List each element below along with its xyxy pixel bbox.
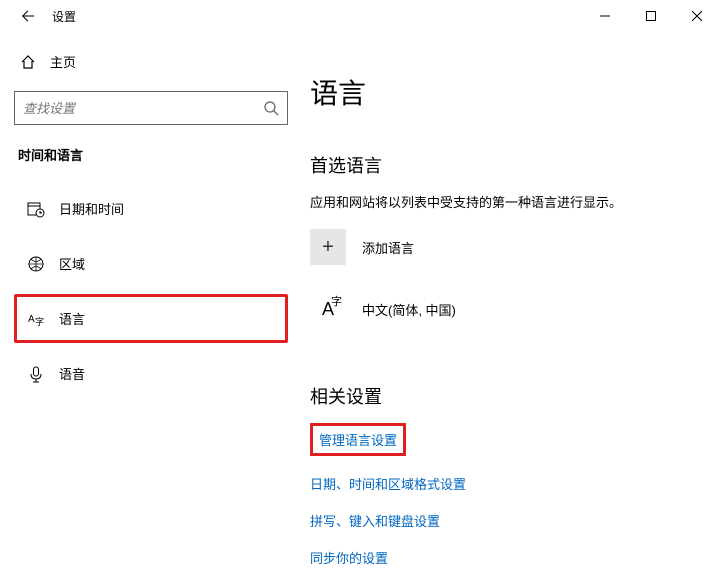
minimize-button[interactable] — [582, 0, 628, 32]
sidebar-nav: 日期和时间 区域 A字 语言 语音 — [14, 184, 288, 398]
sidebar: 主页 时间和语言 日期和时间 区域 A字 语言 — [0, 32, 302, 569]
preferred-languages-desc: 应用和网站将以列表中受支持的第一种语言进行显示。 — [310, 192, 700, 211]
language-item-icon: A字 — [310, 291, 346, 327]
calendar-clock-icon — [27, 200, 45, 218]
sidebar-item-date-time[interactable]: 日期和时间 — [14, 184, 288, 233]
language-icon: A字 — [27, 310, 45, 328]
sidebar-item-label: 语音 — [59, 364, 85, 383]
home-icon — [20, 54, 36, 70]
link-spelling-keyboard[interactable]: 拼写、键入和键盘设置 — [310, 511, 440, 530]
search-icon — [263, 100, 279, 116]
link-sync-settings[interactable]: 同步你的设置 — [310, 548, 388, 567]
svg-text:字: 字 — [35, 316, 44, 327]
main-content: 语言 首选语言 应用和网站将以列表中受支持的第一种语言进行显示。 + 添加语言 … — [302, 32, 720, 569]
minimize-icon — [600, 11, 610, 21]
sidebar-item-region[interactable]: 区域 — [14, 239, 288, 288]
home-label: 主页 — [50, 52, 76, 71]
back-arrow-icon — [21, 9, 35, 23]
language-item-label: 中文(简体, 中国) — [362, 300, 456, 319]
titlebar: 设置 — [0, 0, 720, 32]
back-button[interactable] — [20, 8, 36, 24]
add-language-button[interactable]: + 添加语言 — [310, 229, 700, 265]
preferred-languages-title: 首选语言 — [310, 152, 700, 178]
sidebar-item-label: 语言 — [59, 309, 85, 328]
page-title: 语言 — [310, 72, 700, 112]
sidebar-item-label: 区域 — [59, 254, 85, 273]
link-date-region-format[interactable]: 日期、时间和区域格式设置 — [310, 474, 466, 493]
globe-icon — [27, 255, 45, 273]
sidebar-item-language[interactable]: A字 语言 — [14, 294, 288, 343]
search-input[interactable] — [23, 101, 263, 116]
sidebar-item-speech[interactable]: 语音 — [14, 349, 288, 398]
maximize-button[interactable] — [628, 0, 674, 32]
related-settings-title: 相关设置 — [310, 383, 700, 409]
language-item[interactable]: A字 中文(简体, 中国) — [310, 291, 700, 327]
search-box[interactable] — [14, 91, 288, 125]
maximize-icon — [646, 11, 656, 21]
close-icon — [692, 11, 702, 21]
sidebar-section-label: 时间和语言 — [14, 145, 288, 164]
window-title: 设置 — [52, 8, 76, 25]
svg-text:A: A — [28, 314, 35, 325]
add-language-label: 添加语言 — [362, 238, 414, 257]
link-manage-language[interactable]: 管理语言设置 — [310, 423, 406, 456]
microphone-icon — [27, 365, 45, 383]
home-nav[interactable]: 主页 — [14, 42, 288, 81]
sidebar-item-label: 日期和时间 — [59, 199, 124, 218]
close-button[interactable] — [674, 0, 720, 32]
plus-icon: + — [310, 229, 346, 265]
